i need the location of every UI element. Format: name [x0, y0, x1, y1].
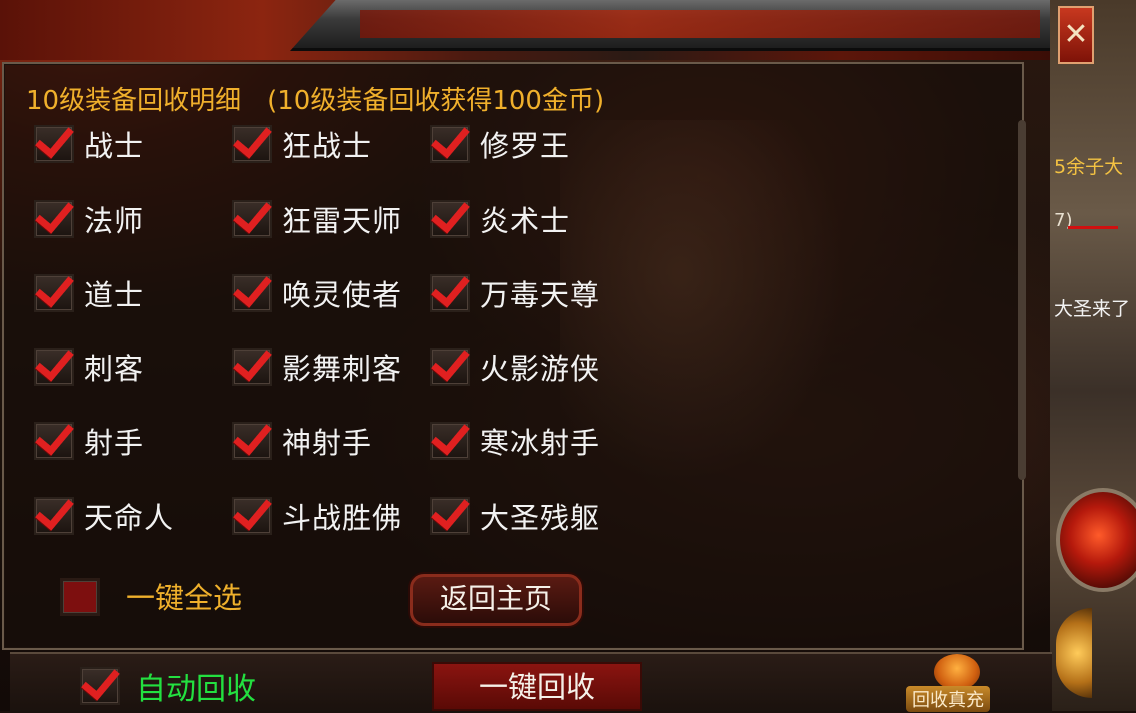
class-label: 道士	[84, 278, 145, 312]
class-label: 战士	[84, 129, 145, 163]
class-checkbox-item[interactable]: 神射手	[232, 417, 372, 465]
class-label: 炎术士	[480, 204, 571, 238]
class-checkbox-item[interactable]: 万毒天尊	[430, 269, 600, 317]
class-checkbox-item[interactable]: 战士	[34, 120, 144, 168]
class-checkbox[interactable]	[232, 200, 272, 238]
class-checkbox-item[interactable]: 斗战胜佛	[232, 492, 402, 540]
class-checkbox-item[interactable]: 天命人	[34, 492, 174, 540]
class-checkbox-item[interactable]: 修罗王	[430, 120, 570, 168]
class-checkbox[interactable]	[34, 200, 74, 238]
recharge-label: 回收真充	[906, 686, 990, 712]
class-checkbox[interactable]	[34, 422, 74, 460]
class-label: 射手	[84, 426, 145, 460]
class-checkbox[interactable]	[430, 422, 470, 460]
npc-hp-bar	[1068, 226, 1118, 229]
return-home-button[interactable]: 返回主页	[410, 574, 582, 626]
class-checkbox[interactable]	[430, 497, 470, 535]
class-checkbox-item[interactable]: 炎术士	[430, 195, 570, 243]
class-checkbox[interactable]	[232, 422, 272, 460]
class-checkbox-item[interactable]: 火影游侠	[430, 343, 600, 391]
class-checkbox[interactable]	[232, 348, 272, 386]
class-checkbox-item[interactable]: 法师	[34, 195, 144, 243]
one-click-recycle-button[interactable]: 一键回收	[432, 662, 642, 711]
class-label: 修罗王	[480, 129, 571, 163]
select-all-box[interactable]	[60, 578, 100, 616]
auto-recycle-box[interactable]	[80, 667, 120, 705]
class-label: 狂战士	[282, 129, 373, 163]
recycle-recharge-button[interactable]: 回收真充	[904, 652, 1014, 712]
auto-recycle-label: 自动回收	[136, 672, 256, 707]
class-label: 唤灵使者	[282, 278, 403, 312]
class-checkbox[interactable]	[430, 348, 470, 386]
world-text-3: 大圣来了	[1054, 298, 1131, 320]
title-text: 10级装备回收明细	[26, 86, 242, 116]
close-button[interactable]: ✕	[1058, 6, 1094, 64]
class-label: 斗战胜佛	[282, 501, 403, 535]
world-text-1: 5余子大	[1054, 156, 1124, 178]
class-checkbox-item[interactable]: 狂雷天师	[232, 195, 402, 243]
class-label: 万毒天尊	[480, 278, 601, 312]
class-label: 影舞刺客	[282, 352, 403, 386]
top-frame-glow	[360, 10, 1040, 38]
class-checkbox-item[interactable]: 大圣残躯	[430, 492, 600, 540]
class-checkbox[interactable]	[34, 348, 74, 386]
close-icon: ✕	[1063, 17, 1089, 52]
game-world-strip: 5余子大 7) 大圣来了	[1050, 0, 1136, 711]
class-label: 火影游侠	[480, 352, 601, 386]
pumpkin-icon	[934, 654, 980, 690]
class-checkbox-item[interactable]: 寒冰射手	[430, 417, 600, 465]
class-label: 神射手	[282, 426, 373, 460]
class-checkbox[interactable]	[430, 125, 470, 163]
class-checkbox[interactable]	[232, 497, 272, 535]
class-checkbox-item[interactable]: 射手	[34, 417, 144, 465]
select-all-checkbox[interactable]	[60, 573, 100, 621]
class-checkbox[interactable]	[34, 274, 74, 312]
class-checkbox[interactable]	[232, 125, 272, 163]
class-checkbox-item[interactable]: 刺客	[34, 343, 144, 391]
select-all-label: 一键全选	[126, 581, 243, 615]
auto-recycle-checkbox[interactable]	[80, 662, 120, 710]
class-checkbox[interactable]	[34, 497, 74, 535]
class-label: 法师	[84, 204, 145, 238]
class-checkbox[interactable]	[232, 274, 272, 312]
panel-background-art	[560, 120, 860, 500]
class-label: 狂雷天师	[282, 204, 403, 238]
class-checkbox[interactable]	[430, 274, 470, 312]
class-label: 刺客	[84, 352, 145, 386]
panel-title: 10级装备回收明细 (10级装备回收获得100金币)	[26, 80, 604, 117]
class-checkbox[interactable]	[34, 125, 74, 163]
class-checkbox-item[interactable]: 影舞刺客	[232, 343, 402, 391]
class-label: 寒冰射手	[480, 426, 601, 460]
class-checkbox-item[interactable]: 狂战士	[232, 120, 372, 168]
title-note: (10级装备回收获得100金币)	[267, 86, 605, 116]
class-label: 天命人	[84, 501, 175, 535]
class-checkbox-item[interactable]: 道士	[34, 269, 144, 317]
class-checkbox-item[interactable]: 唤灵使者	[232, 269, 402, 317]
class-checkbox[interactable]	[430, 200, 470, 238]
panel-scrollbar[interactable]	[1018, 120, 1026, 480]
class-label: 大圣残躯	[480, 501, 601, 535]
